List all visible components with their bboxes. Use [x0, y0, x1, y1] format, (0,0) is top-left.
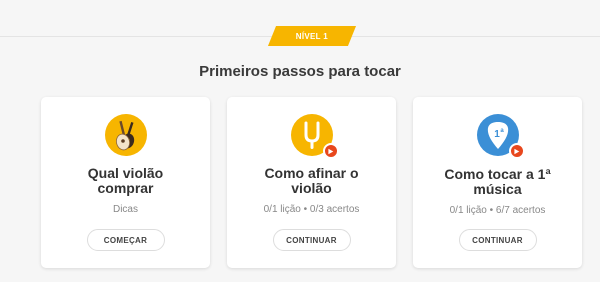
card-icon-wrap: [104, 114, 147, 156]
continue-button[interactable]: CONTINUAR: [272, 229, 351, 251]
card-icon-wrap: 1 a: [476, 114, 525, 159]
continue-button[interactable]: CONTINUAR: [458, 229, 537, 251]
card-icon-wrap: [290, 114, 339, 159]
card-title: Qual violão comprar: [87, 165, 164, 196]
play-icon: [322, 143, 339, 159]
start-button[interactable]: COMEÇAR: [86, 229, 165, 251]
play-icon: [508, 143, 525, 159]
level-badge-label: NÍVEL 1: [295, 31, 329, 41]
card-subtitle: 0/1 lição • 6/7 acertos: [449, 205, 546, 216]
card-subtitle: Dicas: [112, 204, 138, 215]
svg-text:1: 1: [494, 129, 500, 140]
lesson-card-tune-guitar[interactable]: Como afinar o violão 0/1 lição • 0/3 ace…: [227, 97, 396, 268]
section-title: Primeiros passos para tocar: [199, 63, 401, 80]
lesson-card-first-song[interactable]: 1 a Como tocar a 1ª música 0/1 lição • 6…: [413, 97, 582, 268]
level-badge: NÍVEL 1: [267, 26, 357, 46]
card-subtitle: 0/1 lição • 0/3 acertos: [263, 204, 360, 215]
card-title: Como tocar a 1ª música: [444, 166, 551, 197]
card-title: Como afinar o violão: [264, 165, 359, 196]
guitars-icon: [104, 114, 147, 156]
lesson-card-buy-guitar[interactable]: Qual violão comprar Dicas COMEÇAR: [41, 97, 210, 268]
